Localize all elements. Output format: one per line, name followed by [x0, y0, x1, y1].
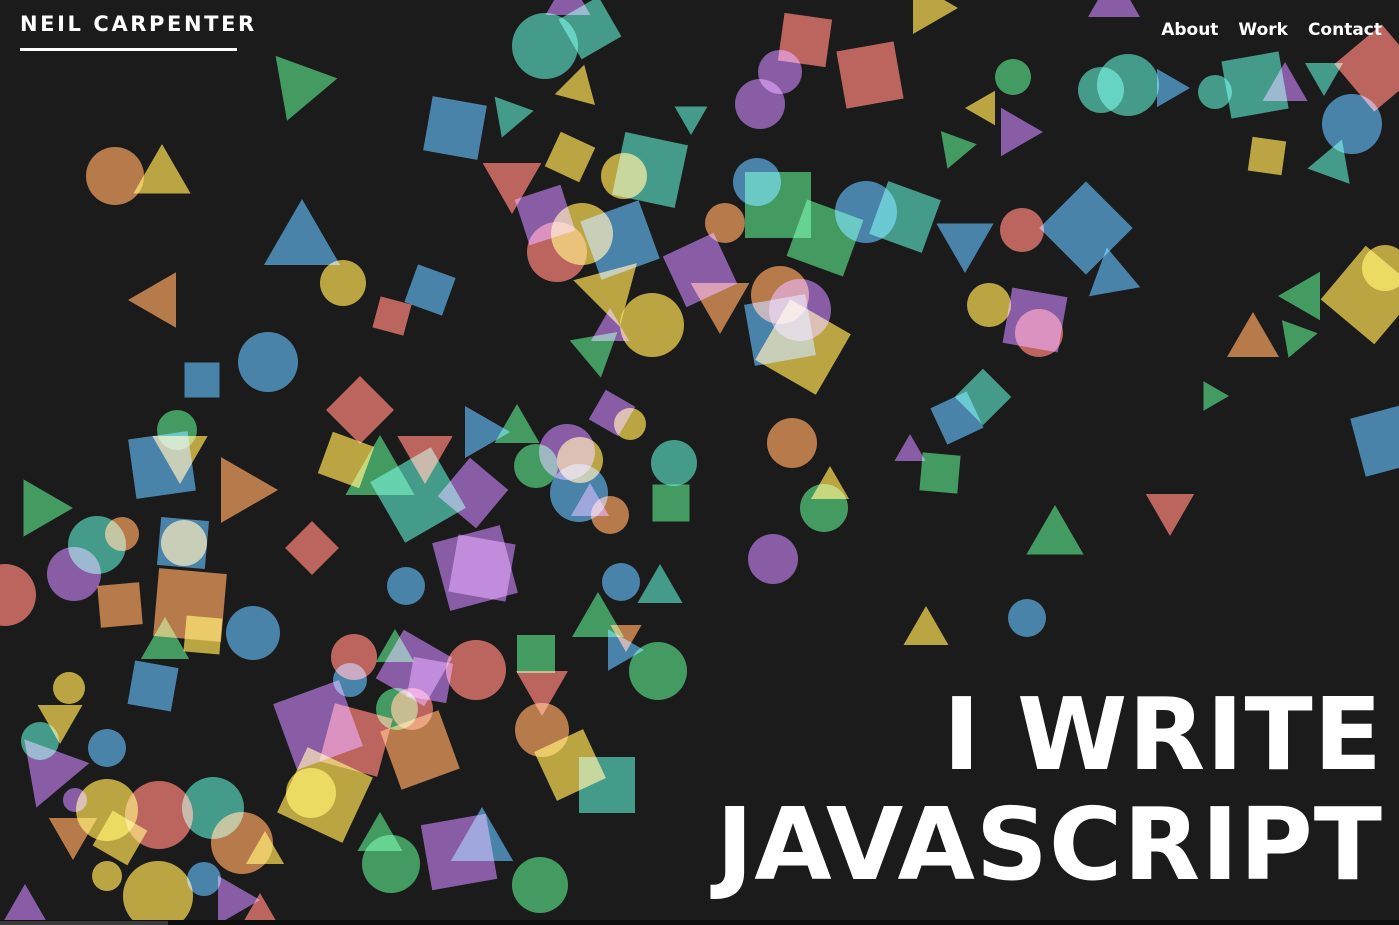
confetti-square [612, 132, 688, 208]
confetti-triangle [913, 0, 958, 34]
confetti-square [127, 660, 179, 712]
confetti-circle [88, 729, 126, 767]
confetti-circle [105, 517, 139, 551]
confetti-circle [123, 861, 193, 925]
confetti-square [1247, 136, 1287, 176]
confetti-circle [446, 640, 506, 700]
confetti-triangle [1227, 312, 1279, 357]
confetti-circle [320, 260, 366, 306]
confetti-circle [1015, 309, 1063, 357]
confetti-triangle [1026, 505, 1084, 555]
confetti-triangle [894, 434, 926, 461]
confetti-circle [226, 606, 280, 660]
confetti-square [1039, 181, 1133, 275]
confetti-square [919, 452, 961, 494]
confetti-circle [629, 642, 687, 700]
confetti-triangle [1278, 271, 1320, 321]
confetti-triangle [221, 457, 278, 523]
confetti-circle [161, 520, 207, 566]
confetti-triangle [1001, 107, 1043, 157]
confetti-circle [387, 567, 425, 605]
confetti-triangle [275, 55, 338, 121]
confetti-square [97, 582, 143, 628]
confetti-circle [967, 283, 1011, 327]
confetti-triangle [903, 606, 949, 645]
nav-link-work[interactable]: Work [1238, 20, 1288, 40]
confetti-circle [1000, 208, 1044, 252]
confetti-circle [238, 332, 298, 392]
confetti-circle [620, 293, 684, 357]
site-logo[interactable]: NEIL CARPENTER [20, 12, 254, 51]
confetti-square [184, 362, 220, 398]
page: NEIL CARPENTER About Work Contact I WRIT… [0, 0, 1399, 925]
confetti-triangle [674, 106, 708, 135]
confetti-triangle [637, 564, 683, 603]
scrollbar-thumb[interactable] [0, 921, 168, 925]
hero-line-1: I WRITE [942, 676, 1383, 793]
confetti-circle [800, 484, 848, 532]
confetti-square [448, 534, 516, 602]
confetti-triangle [23, 479, 73, 537]
confetti-circle [391, 688, 433, 730]
confetti-circle [362, 835, 420, 893]
confetti-square [183, 615, 223, 655]
confetti-square [517, 635, 555, 673]
confetti-triangle [1281, 320, 1318, 358]
confetti-circle [47, 547, 101, 601]
confetti-circle [767, 418, 817, 468]
confetti-triangle [1203, 381, 1229, 411]
confetti-circle [748, 534, 798, 584]
confetti-circle [1097, 54, 1159, 116]
confetti-circle [53, 672, 85, 704]
confetti-circle [512, 857, 568, 913]
confetti-square [579, 757, 635, 813]
confetti-triangle [494, 96, 534, 138]
confetti-square [544, 131, 596, 183]
confetti-square [836, 41, 904, 109]
main-nav: About Work Contact [1161, 20, 1382, 40]
confetti-circle [125, 781, 193, 849]
confetti-triangle [545, 0, 591, 15]
confetti-triangle [690, 283, 750, 334]
confetti-square [652, 484, 690, 522]
confetti-triangle [494, 404, 540, 443]
confetti-square [423, 96, 487, 160]
confetti-circle [92, 861, 122, 891]
confetti-circle [1008, 599, 1046, 637]
confetti-triangle [1157, 68, 1190, 108]
confetti-circle [651, 440, 697, 486]
confetti-circle [0, 564, 36, 626]
confetti-triangle [1, 884, 49, 925]
confetti-circle [705, 203, 745, 243]
confetti-triangle [1145, 494, 1195, 536]
nav-link-about[interactable]: About [1161, 20, 1218, 40]
confetti-triangle [128, 272, 176, 328]
confetti-circle [614, 408, 646, 440]
confetti-square [744, 294, 816, 366]
confetti-circle [995, 59, 1031, 95]
horizontal-scrollbar[interactable] [0, 920, 1399, 925]
confetti-circle [187, 862, 221, 896]
confetti-square [1350, 403, 1399, 477]
confetti-triangle [965, 90, 995, 126]
confetti-triangle [263, 199, 341, 265]
confetti-square [285, 521, 339, 575]
confetti-triangle [1088, 0, 1140, 17]
confetti-circle [1322, 94, 1382, 154]
nav-link-contact[interactable]: Contact [1308, 20, 1382, 40]
hero-line-2: JAVASCRIPT [716, 786, 1383, 903]
hero-heading: I WRITE JAVASCRIPT [716, 680, 1383, 900]
confetti-square [404, 264, 456, 316]
confetti-circle [86, 147, 144, 205]
confetti-triangle [940, 131, 977, 169]
confetti-triangle [936, 223, 994, 273]
confetti-triangle [1304, 63, 1344, 96]
confetti-circle [735, 79, 785, 129]
confetti-circle [602, 563, 640, 601]
